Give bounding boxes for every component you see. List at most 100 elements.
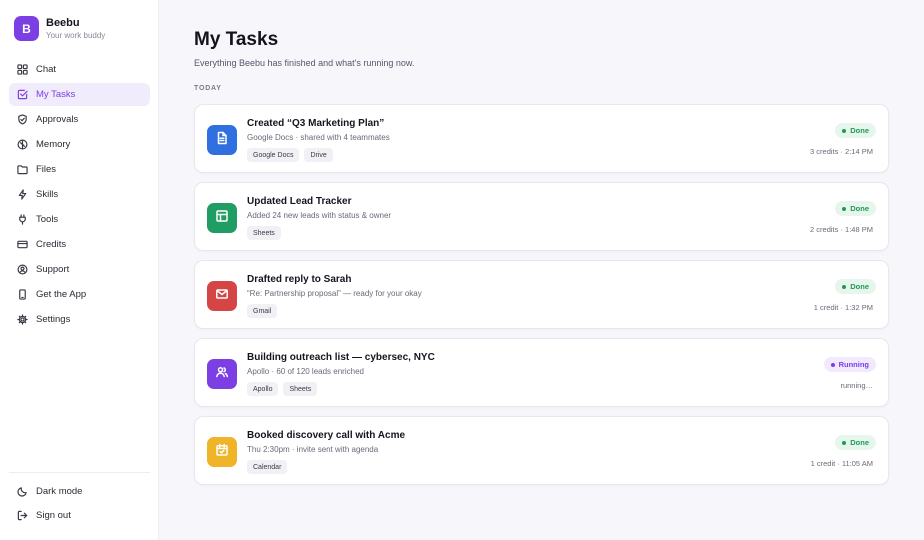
status-label: Done [850, 438, 869, 447]
sidebar-item-chat[interactable]: Chat [9, 58, 150, 81]
task-tags: Apollo Sheets [247, 382, 318, 396]
sidebar-item-label: Settings [36, 314, 71, 325]
sidebar-item-support[interactable]: Support [9, 258, 150, 281]
task-tile [207, 437, 237, 467]
status-badge: Running [823, 357, 876, 372]
task-tile [207, 125, 237, 155]
sidebar-item-label: Memory [36, 139, 71, 150]
status-badge: Done [835, 123, 876, 138]
task-tag: Sheets [247, 226, 281, 240]
status-dot-icon [830, 362, 835, 367]
task-tile [207, 281, 237, 311]
task-tags: Google Docs Drive [247, 148, 333, 162]
brand-tagline: Your work buddy [46, 31, 106, 40]
sidebar-item-label: Chat [36, 64, 57, 75]
task-description: Apollo · 60 of 120 leads enriched [247, 367, 364, 376]
folder-icon [17, 164, 28, 175]
task-meta: 1 credit · 11:05 AM [810, 459, 873, 468]
task-description: Thu 2:30pm · invite sent with agenda [247, 445, 379, 454]
task-tag: Drive [304, 148, 333, 162]
task-card[interactable]: Created “Q3 Marketing Plan” Google Docs … [194, 104, 889, 173]
sidebar-item-label: Files [36, 164, 57, 175]
status-label: Done [850, 204, 869, 213]
mail-icon [215, 287, 229, 306]
sidebar: B Beebu Your work buddy Chat My Tasks Ap… [0, 0, 159, 540]
calendar-icon [215, 443, 229, 462]
task-title: Booked discovery call with Acme [247, 430, 406, 441]
spreadsheet-icon [215, 209, 229, 228]
task-title: Updated Lead Tracker [247, 196, 352, 207]
task-meta: 3 credits · 2:14 PM [810, 147, 873, 156]
sidebar-item-skills[interactable]: Skills [9, 183, 150, 206]
task-card[interactable]: Booked discovery call with Acme Thu 2:30… [194, 416, 889, 485]
status-dot-icon [842, 284, 847, 289]
task-tile [207, 203, 237, 233]
task-meta: 2 credits · 1:48 PM [810, 225, 873, 234]
sidebar-item-label: My Tasks [36, 89, 76, 100]
page-subtitle: Everything Beebu has finished and what's… [194, 58, 415, 68]
status-dot-icon [842, 128, 847, 133]
sidebar-item-label: Tools [36, 214, 59, 225]
sign-out-button[interactable]: Sign out [9, 504, 150, 527]
grid-icon [17, 64, 28, 75]
status-label: Running [838, 360, 869, 369]
task-description: Google Docs · shared with 4 teammates [247, 133, 390, 142]
shield-check-icon [17, 114, 28, 125]
status-dot-icon [842, 440, 847, 445]
task-tags: Gmail [247, 304, 278, 318]
status-label: Done [850, 126, 869, 135]
sign-out-icon [17, 510, 28, 521]
task-card[interactable]: Updated Lead Tracker Added 24 new leads … [194, 182, 889, 251]
task-tags: Calendar [247, 460, 288, 474]
sidebar-item-my-tasks[interactable]: My Tasks [9, 83, 150, 106]
bolt-icon [17, 189, 28, 200]
sidebar-item-label: Credits [36, 239, 67, 250]
task-description: “Re: Partnership proposal” — ready for y… [247, 289, 422, 298]
main-content: My Tasks Everything Beebu has finished a… [159, 0, 924, 540]
sidebar-item-tools[interactable]: Tools [9, 208, 150, 231]
brand-logo: B [14, 16, 39, 41]
status-badge: Done [835, 435, 876, 450]
status-label: Done [850, 282, 869, 291]
task-meta: 1 credit · 1:32 PM [813, 303, 873, 312]
task-tags: Sheets [247, 226, 281, 240]
sidebar-item-get-the-app[interactable]: Get the App [9, 283, 150, 306]
status-dot-icon [842, 206, 847, 211]
sidebar-item-label: Support [36, 264, 70, 275]
sign-out-label: Sign out [36, 510, 71, 521]
sidebar-divider [9, 472, 150, 473]
checkbox-icon [17, 89, 28, 100]
task-card[interactable]: Building outreach list — cybersec, NYC A… [194, 338, 889, 407]
sidebar-item-settings[interactable]: Settings [9, 308, 150, 331]
plug-icon [17, 214, 28, 225]
task-meta: running… [840, 381, 873, 390]
status-badge: Done [835, 279, 876, 294]
phone-icon [17, 289, 28, 300]
dark-mode-label: Dark mode [36, 486, 83, 497]
task-tag: Calendar [247, 460, 288, 474]
sidebar-item-label: Skills [36, 189, 59, 200]
task-tile [207, 359, 237, 389]
task-tag: Gmail [247, 304, 278, 318]
task-description: Added 24 new leads with status & owner [247, 211, 392, 220]
brand-name: Beebu [46, 17, 80, 29]
dark-mode-toggle[interactable]: Dark mode [9, 480, 150, 503]
credit-card-icon [17, 239, 28, 250]
sidebar-item-label: Approvals [36, 114, 79, 125]
sidebar-item-memory[interactable]: Memory [9, 133, 150, 156]
status-badge: Done [835, 201, 876, 216]
moon-icon [17, 486, 28, 497]
users-icon [215, 365, 229, 384]
sidebar-item-credits[interactable]: Credits [9, 233, 150, 256]
sidebar-item-files[interactable]: Files [9, 158, 150, 181]
sidebar-item-label: Get the App [36, 289, 87, 300]
task-card[interactable]: Drafted reply to Sarah “Re: Partnership … [194, 260, 889, 329]
page-title: My Tasks [194, 29, 279, 50]
document-icon [215, 131, 229, 150]
sidebar-item-approvals[interactable]: Approvals [9, 108, 150, 131]
task-tag: Sheets [283, 382, 318, 396]
section-label-today: TODAY [194, 85, 222, 92]
task-title: Drafted reply to Sarah [247, 274, 352, 285]
task-tag: Google Docs [247, 148, 300, 162]
brain-icon [17, 139, 28, 150]
